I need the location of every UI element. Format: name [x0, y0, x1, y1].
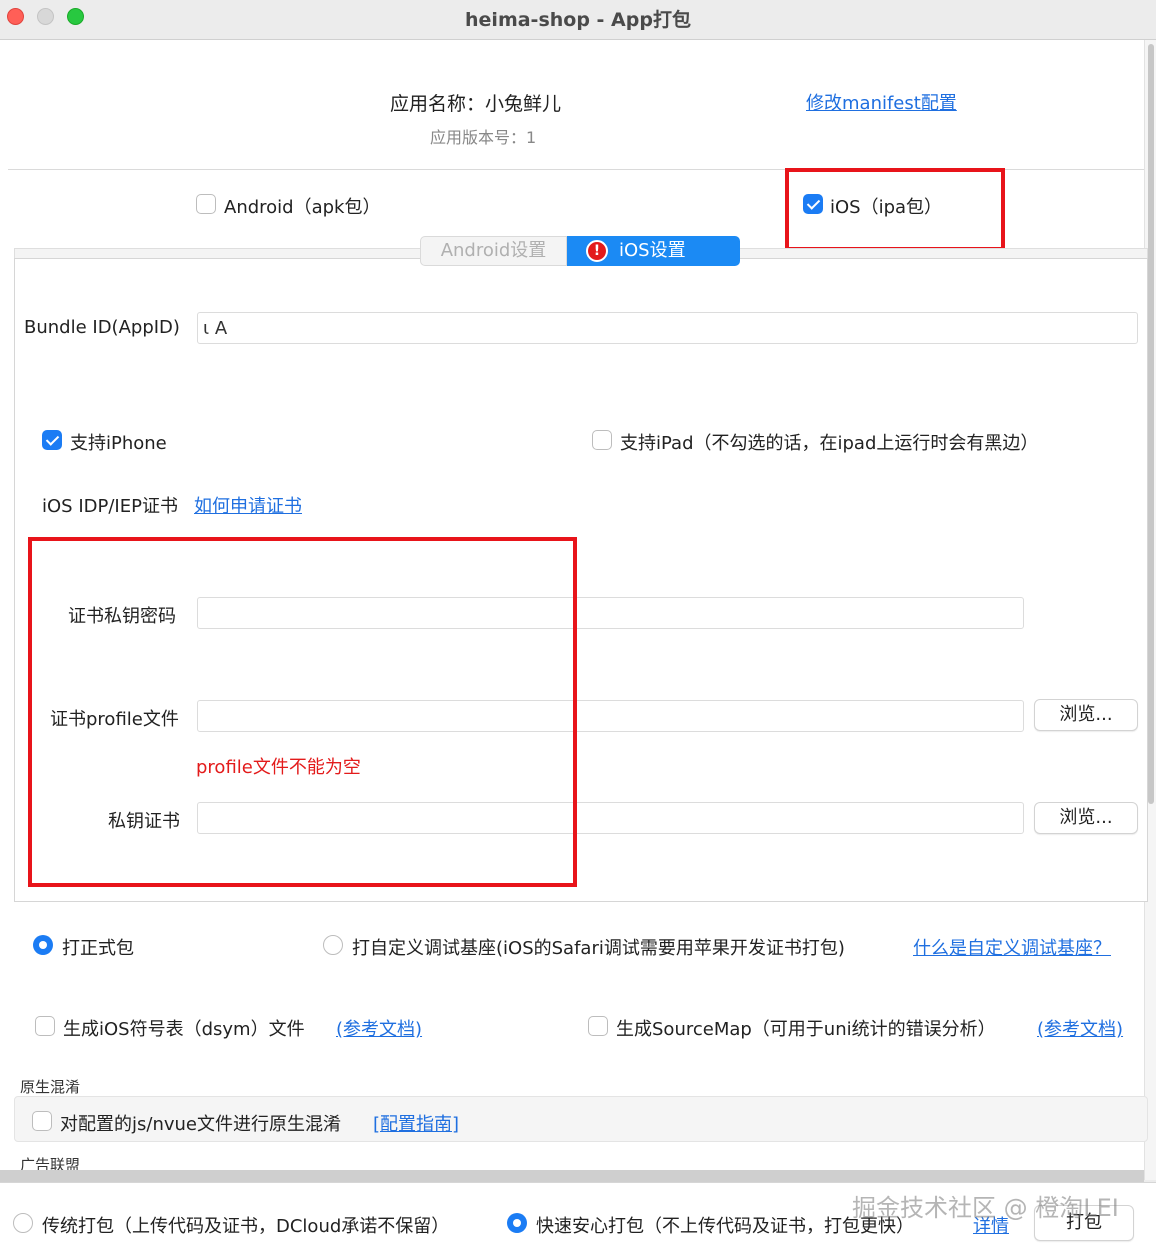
- sourcemap-docs-link[interactable]: (参考文档): [1037, 1015, 1123, 1041]
- scroll-edge: [0, 1170, 1144, 1182]
- bundle-id-label: Bundle ID(AppID): [24, 317, 180, 338]
- browse-profile-button[interactable]: 浏览...: [1034, 699, 1138, 731]
- support-ipad-label: 支持iPad（不勾选的话，在ipad上运行时会有黑边）: [620, 433, 1039, 454]
- browse-private-cert-button[interactable]: 浏览...: [1034, 802, 1138, 834]
- annotation-box-ios: [785, 168, 1005, 251]
- annotation-box-certificates: [28, 537, 577, 887]
- custom-base-radio[interactable]: [323, 935, 343, 955]
- formal-package-radio[interactable]: [33, 935, 53, 955]
- traditional-package-label: 传统打包（上传代码及证书，DCloud承诺不保留）: [42, 1216, 450, 1237]
- tab-ios-settings[interactable]: ! iOS设置: [567, 236, 740, 266]
- custom-base-help-link[interactable]: 什么是自定义调试基座？: [913, 934, 1111, 960]
- tab-android-settings[interactable]: Android设置: [420, 236, 567, 266]
- formal-package-label: 打正式包: [62, 938, 134, 959]
- app-name: 应用名称：小兔鲜儿: [390, 93, 562, 115]
- bundle-id-value: ι Α: [203, 318, 228, 339]
- app-version: 应用版本号：1: [430, 128, 537, 147]
- dsym-docs-link[interactable]: (参考文档): [336, 1015, 422, 1041]
- native-obfuscation-label: 对配置的js/nvue文件进行原生混淆: [60, 1114, 341, 1135]
- android-checkbox[interactable]: [196, 194, 216, 214]
- edit-manifest-link[interactable]: 修改manifest配置: [806, 89, 957, 115]
- bundle-id-input[interactable]: ι Α: [197, 312, 1138, 344]
- tab-ios-label: iOS设置: [619, 240, 686, 261]
- sourcemap-checkbox[interactable]: [588, 1016, 608, 1036]
- window-title: heima-shop - App打包: [465, 9, 691, 31]
- support-ipad-checkbox[interactable]: [592, 430, 612, 450]
- obfuscation-guide-link[interactable]: [配置指南]: [373, 1110, 459, 1136]
- dsym-label: 生成iOS符号表（dsym）文件: [63, 1019, 305, 1040]
- native-obfuscation-checkbox[interactable]: [32, 1111, 52, 1131]
- scrollbar-thumb[interactable]: [1148, 44, 1154, 804]
- custom-base-label: 打自定义调试基座(iOS的Safari调试需要用苹果开发证书打包): [352, 938, 845, 959]
- support-iphone-checkbox[interactable]: [42, 430, 62, 450]
- native-obfuscation-title: 原生混淆: [20, 1078, 81, 1096]
- title-bar: heima-shop - App打包: [0, 0, 1156, 40]
- warning-icon: !: [586, 240, 608, 262]
- sourcemap-label: 生成SourceMap（可用于uni统计的错误分析）: [616, 1019, 996, 1040]
- android-label: Android（apk包）: [224, 197, 381, 218]
- traditional-package-radio[interactable]: [13, 1213, 33, 1233]
- fast-package-radio[interactable]: [507, 1213, 527, 1233]
- support-iphone-label: 支持iPhone: [70, 433, 167, 454]
- dsym-checkbox[interactable]: [35, 1016, 55, 1036]
- watermark: 掘金技术社区 @ 橙淘LEI: [852, 1194, 1119, 1222]
- how-to-apply-cert-link[interactable]: 如何申请证书: [194, 492, 302, 518]
- ios-cert-label: iOS IDP/IEP证书: [42, 496, 178, 517]
